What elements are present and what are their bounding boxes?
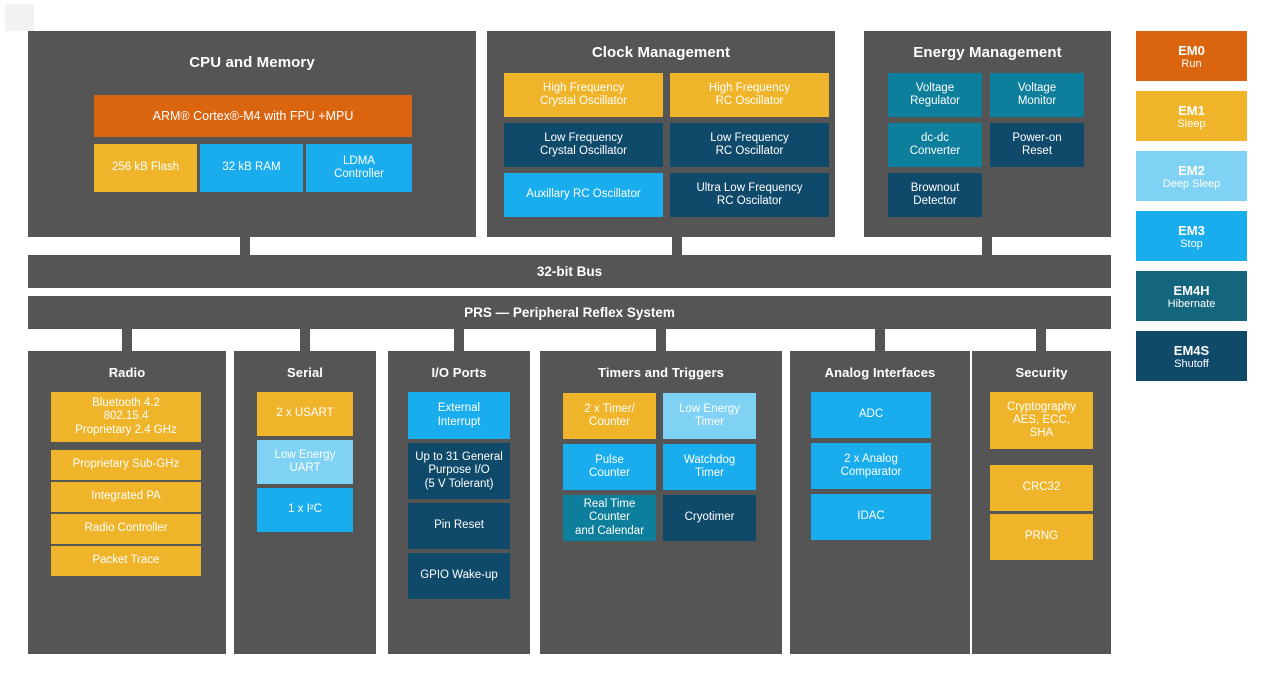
energy-mode-em4s-name: EM4S [1173,342,1210,358]
corner-artifact [5,4,34,31]
block-hf-rc-oscillator: High Frequency RC Oscillator [670,73,829,117]
connector-prs-to-analog [875,329,885,351]
connector-prs-to-io-ports [454,329,464,351]
block-adc: ADC [811,392,931,438]
panel-title-cpu-and-memory: CPU and Memory [189,54,315,71]
bus-prs-label: PRS — Peripheral Reflex System [464,305,675,320]
panel-title-io-ports: I/O Ports [431,365,487,380]
block-1x-i2c: 1 x I²C [257,488,353,532]
connector-prs-to-serial [300,329,310,351]
block-voltage-regulator: Voltage Regulator [888,73,982,117]
energy-mode-em4s-mode: Shutoff [1174,357,1209,370]
block-diagram-canvas: CPU and Memory ARM® Cortex®-M4 with FPU … [0,0,1267,679]
connector-energy-to-bus [982,237,992,255]
block-prng: PRNG [990,514,1093,560]
block-hf-crystal-oscillator: High Frequency Crystal Oscillator [504,73,663,117]
energy-mode-em2: EM2 Deep Sleep [1136,151,1247,201]
block-packet-trace: Packet Trace [51,546,201,576]
block-cryotimer: Cryotimer [663,495,756,541]
block-pulse-counter: Pulse Counter [563,444,656,490]
connector-prs-to-radio [122,329,132,351]
block-lf-crystal-oscillator: Low Frequency Crystal Oscillator [504,123,663,167]
panel-title-security: Security [1015,365,1068,380]
block-2x-analog-comparator: 2 x Analog Comparator [811,443,931,489]
block-brownout-detector: Brownout Detector [888,173,982,217]
energy-mode-em4h-name: EM4H [1173,282,1210,298]
panel-title-energy-management: Energy Management [913,44,1062,61]
block-ldma-controller: LDMA Controller [306,144,412,192]
block-pin-reset: Pin Reset [408,503,510,549]
panel-title-timers-and-triggers: Timers and Triggers [598,365,724,380]
energy-mode-em4s: EM4S Shutoff [1136,331,1247,381]
connector-prs-to-timers [656,329,666,351]
bus-32bit: 32-bit Bus [28,255,1111,288]
block-power-on-reset: Power-on Reset [990,123,1084,167]
bus-32bit-label: 32-bit Bus [536,264,603,279]
block-integrated-pa: Integrated PA [51,482,201,512]
panel-title-clock-management: Clock Management [591,44,731,61]
block-ulf-rc-oscillator: Ultra Low Frequency RC Oscilator [670,173,829,217]
energy-mode-em3: EM3 Stop [1136,211,1247,261]
panel-title-analog-interfaces: Analog Interfaces [824,365,936,380]
block-lf-rc-oscillator: Low Frequency RC Oscillator [670,123,829,167]
energy-mode-em0-mode: Run [1181,57,1202,70]
energy-mode-em2-name: EM2 [1178,162,1205,178]
block-bluetooth-802154-proprietary: Bluetooth 4.2 802.15.4 Proprietary 2.4 G… [51,392,201,442]
energy-mode-em4h: EM4H Hibernate [1136,271,1247,321]
block-real-time-counter-and-calendar: Real Time Counter and Calendar [563,495,656,541]
block-auxillary-rc-oscillator: Auxillary RC Oscillator [504,173,663,217]
block-crc32: CRC32 [990,465,1093,511]
connector-cpu-to-bus [240,237,250,255]
bus-prs: PRS — Peripheral Reflex System [28,296,1111,329]
block-external-interrupt: External Interrupt [408,392,510,439]
block-general-purpose-io: Up to 31 General Purpose I/O (5 V Tolera… [408,443,510,499]
block-2x-usart: 2 x USART [257,392,353,436]
block-watchdog-timer: Watchdog Timer [663,444,756,490]
block-arm-cortex-m4: ARM® Cortex®-M4 with FPU +MPU [94,95,412,137]
connector-clock-to-bus [672,237,682,255]
energy-mode-em1: EM1 Sleep [1136,91,1247,141]
block-gpio-wake-up: GPIO Wake-up [408,553,510,599]
energy-mode-em2-mode: Deep Sleep [1162,177,1221,190]
block-256kb-flash: 256 kB Flash [94,144,197,192]
panel-title-serial: Serial [286,365,323,380]
energy-mode-em1-mode: Sleep [1177,117,1206,130]
block-low-energy-uart: Low Energy UART [257,440,353,484]
block-dc-dc-converter: dc-dc Converter [888,123,982,167]
block-radio-controller: Radio Controller [51,514,201,544]
block-proprietary-sub-ghz: Proprietary Sub-GHz [51,450,201,480]
block-32kb-ram: 32 kB RAM [200,144,303,192]
energy-mode-em1-name: EM1 [1178,102,1205,118]
energy-mode-em0: EM0 Run [1136,31,1247,81]
block-low-energy-timer: Low Energy Timer [663,393,756,439]
energy-mode-em4h-mode: Hibernate [1167,297,1216,310]
block-idac: IDAC [811,494,931,540]
energy-mode-em3-mode: Stop [1180,237,1203,250]
energy-mode-em0-name: EM0 [1178,42,1205,58]
block-2x-timer-counter: 2 x Timer/ Counter [563,393,656,439]
panel-title-radio: Radio [108,365,146,380]
connector-prs-to-security [1036,329,1046,351]
energy-mode-em3-name: EM3 [1178,222,1205,238]
block-voltage-monitor: Voltage Monitor [990,73,1084,117]
block-cryptography-aes-ecc-sha: Cryptography AES, ECC, SHA [990,392,1093,449]
